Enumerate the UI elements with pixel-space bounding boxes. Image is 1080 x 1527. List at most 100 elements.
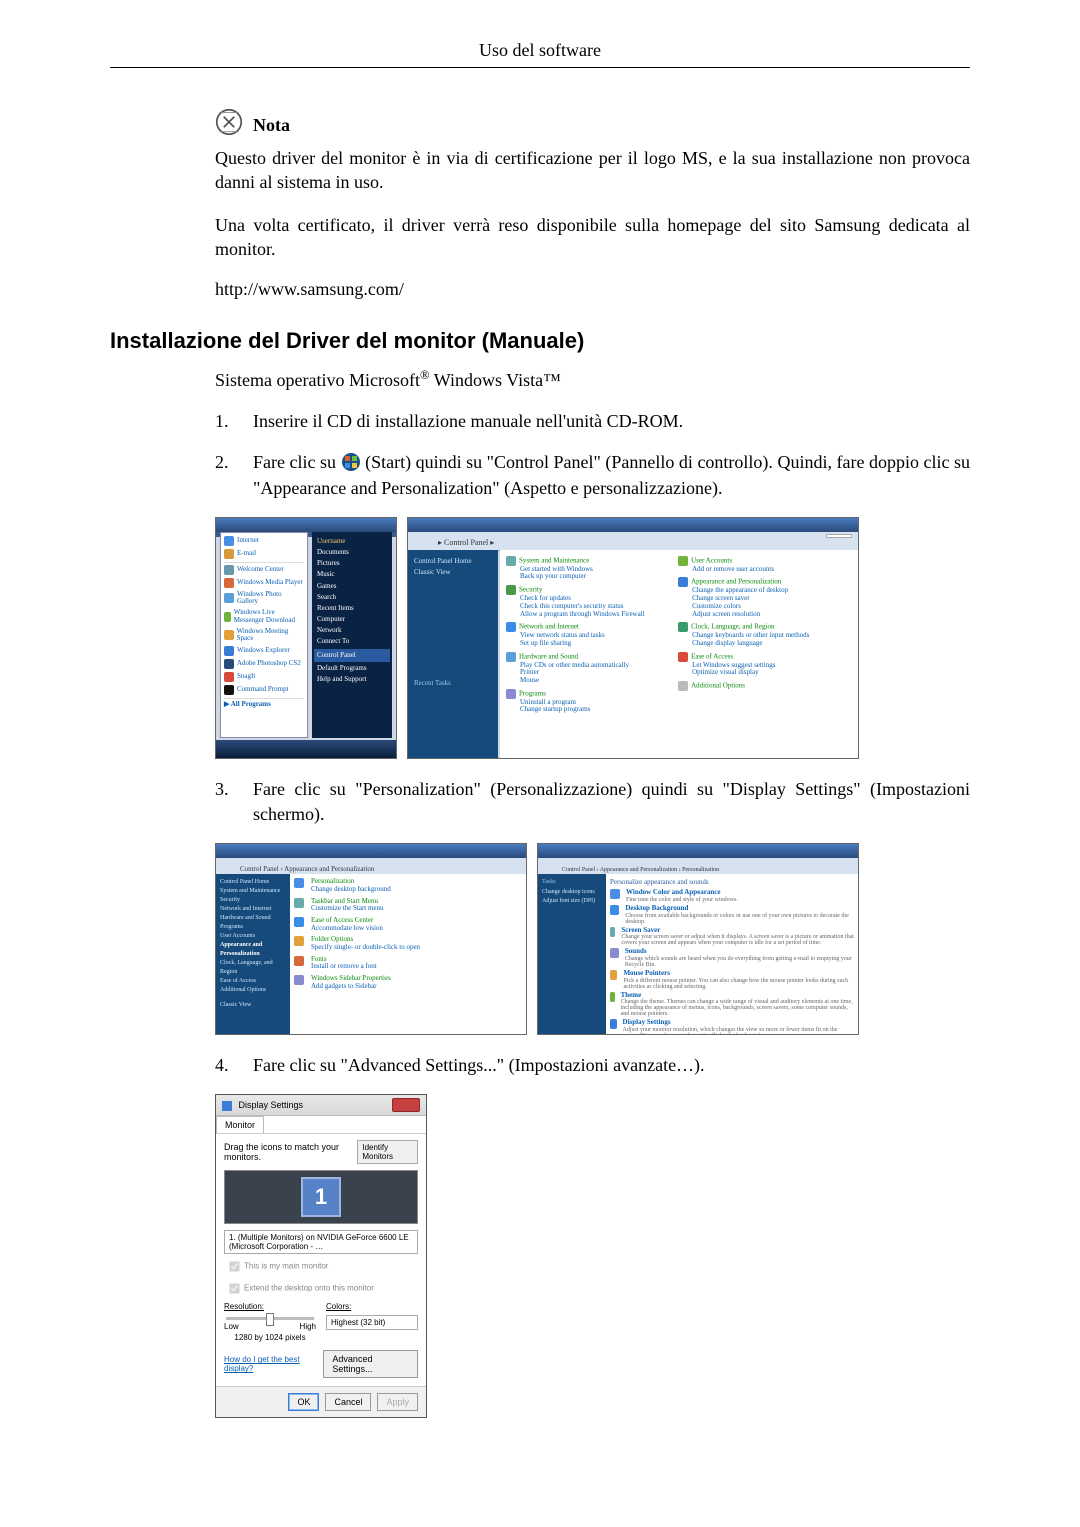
step-1: 1. Inserire il CD di installazione manua… <box>215 409 970 434</box>
sm-right: Recent Items <box>317 603 387 614</box>
sm-right: Help and Support <box>317 674 387 685</box>
monitor-arrangement-area[interactable]: 1 <box>224 1170 418 1224</box>
pz-it: Window Color and Appearance <box>626 889 738 897</box>
search-box <box>826 534 852 538</box>
screenshot-appearance: Control Panel › Appearance and Personali… <box>215 843 527 1035</box>
ap-l: Classic View <box>220 1001 290 1010</box>
ap-ln: Add gadgets to Sidebar <box>311 983 391 991</box>
pz-id: Pick a different mouse pointer. You can … <box>623 978 854 990</box>
step-3: 3. Fare clic su "Personalization" (Perso… <box>215 777 970 827</box>
cp-left: Classic View <box>414 567 492 578</box>
pz-l: Adjust font size (DPI) <box>542 897 606 907</box>
step-4: 4. Fare clic su "Advanced Settings..." (… <box>215 1053 970 1078</box>
chk-ext-label: Extend the desktop onto this monitor <box>244 1284 374 1293</box>
cp-g: Ease of Access <box>691 652 733 660</box>
step-1-text: Inserire il CD di installazione manuale … <box>253 409 683 434</box>
cp-l: Adjust screen resolution <box>692 611 844 619</box>
extend-desktop-checkbox <box>229 1284 239 1294</box>
screenshot-start-menu: Internet E-mail Welcome Center Windows M… <box>215 517 397 759</box>
ap-ln: Accommodate low vision <box>311 925 383 933</box>
sm-item: Internet <box>237 537 259 545</box>
cp-g: User Accounts <box>691 556 732 564</box>
cp-l: Optimize visual display <box>692 669 844 677</box>
subhead-mid: Windows Vista <box>430 370 544 390</box>
slider-high: High <box>300 1322 316 1331</box>
close-icon[interactable] <box>392 1098 420 1112</box>
sm-item: Windows Live Messenger Download <box>234 609 304 624</box>
pz-l: Tasks <box>542 878 606 888</box>
main-monitor-checkbox <box>229 1262 239 1272</box>
sm-item: Windows Meeting Space <box>237 628 304 643</box>
ap-breadcrumb: Control Panel › Appearance and Personali… <box>240 865 374 873</box>
ap-l: Ease of Access <box>220 977 290 986</box>
sm-right: Pictures <box>317 558 387 569</box>
ap-l: Additional Options <box>220 986 290 995</box>
cp-l: Set up file sharing <box>520 640 672 648</box>
cancel-button[interactable]: Cancel <box>325 1393 371 1411</box>
step-2-screenshots: Internet E-mail Welcome Center Windows M… <box>215 517 970 759</box>
ap-l: User Accounts <box>220 932 290 941</box>
identify-monitors-button[interactable]: Identify Monitors <box>357 1140 418 1164</box>
cp-left: Control Panel Home <box>414 556 492 567</box>
sm-right: Documents <box>317 547 387 558</box>
sm-item: Welcome Center <box>237 566 284 574</box>
apply-button: Apply <box>377 1393 418 1411</box>
sm-item: SnagIt <box>237 673 255 681</box>
window-title: Display Settings <box>222 1100 303 1111</box>
note-paragraph-1: Questo driver del monitor è in via di ce… <box>215 146 970 195</box>
section-title: Installazione del Driver del monitor (Ma… <box>110 328 970 354</box>
step-3-screenshots: Control Panel › Appearance and Personali… <box>215 843 970 1035</box>
chk-main-label: This is my main monitor <box>244 1262 328 1271</box>
pz-id: Fine tune the color and style of your wi… <box>626 897 738 903</box>
screenshot-personalization: Control Panel › Appearance and Personali… <box>537 843 859 1035</box>
sm-right: Search <box>317 592 387 603</box>
ap-ln: Specify single- or double-click to open <box>311 944 420 952</box>
page-header: Uso del software <box>110 40 970 61</box>
sm-right: Username <box>317 536 387 547</box>
ap-l: System and Maintenance <box>220 887 290 896</box>
resolution-label: Resolution: <box>224 1302 264 1311</box>
sm-right: Network <box>317 625 387 636</box>
monitor-select-dropdown[interactable]: 1. (Multiple Monitors) on NVIDIA GeForce… <box>224 1230 418 1254</box>
step-2-text: Fare clic su (Start) quindi su "Control … <box>253 450 970 500</box>
step-num: 4. <box>215 1053 235 1078</box>
note-paragraph-2: Una volta certificato, il driver verrà r… <box>215 213 970 262</box>
cp-recent: Recent Tasks <box>414 678 492 689</box>
sm-right: Default Programs <box>317 663 387 674</box>
window-title-text: Display Settings <box>239 1100 304 1110</box>
colors-label: Colors: <box>326 1302 351 1311</box>
pz-id: Change your screen saver or adjust when … <box>621 934 854 946</box>
reg-mark: ® <box>420 368 430 382</box>
ap-l: Appearance and Personalization <box>220 941 290 959</box>
cp-l: Add or remove user accounts <box>692 566 844 574</box>
ok-button[interactable]: OK <box>288 1393 319 1411</box>
best-display-help-link[interactable]: How do I get the best display? <box>224 1355 323 1373</box>
sm-item: All Programs <box>231 700 271 708</box>
cp-breadcrumb: Control Panel <box>444 538 488 547</box>
ap-l: Hardware and Sound <box>220 914 290 923</box>
resolution-slider[interactable] <box>226 1317 314 1320</box>
ap-l: Clock, Language, and Region <box>220 959 290 977</box>
cp-g: Programs <box>519 689 546 697</box>
step-2-text-b: (Start) quindi su "Control Panel" (Panne… <box>253 452 970 497</box>
pz-it: Display Settings <box>623 1019 854 1027</box>
slider-thumb[interactable] <box>266 1313 274 1326</box>
pz-it: Desktop Background <box>625 905 854 913</box>
monitor-1-tile[interactable]: 1 <box>301 1177 341 1217</box>
cp-g: Security <box>519 586 542 594</box>
advanced-settings-button[interactable]: Advanced Settings... <box>323 1350 418 1378</box>
tab-monitor[interactable]: Monitor <box>216 1116 264 1133</box>
colors-dropdown[interactable]: Highest (32 bit) <box>326 1315 418 1330</box>
pz-it: Screen Saver <box>621 927 854 935</box>
ap-ln: Customize the Start menu <box>311 905 384 913</box>
step-2: 2. Fare clic su (Start) quindi su "Contr… <box>215 450 970 500</box>
cp-g: Network and Internet <box>519 623 579 631</box>
sm-right: Computer <box>317 614 387 625</box>
cp-l: Printer <box>520 669 672 677</box>
step-num: 1. <box>215 409 235 434</box>
pz-breadcrumb: Control Panel › Appearance and Personali… <box>562 867 719 873</box>
pz-id: Adjust your monitor resolution, which ch… <box>623 1027 854 1034</box>
slider-low: Low <box>224 1322 239 1331</box>
os-subhead: Sistema operativo Microsoft® Windows Vis… <box>215 368 970 391</box>
pz-it: Sounds <box>625 948 854 956</box>
